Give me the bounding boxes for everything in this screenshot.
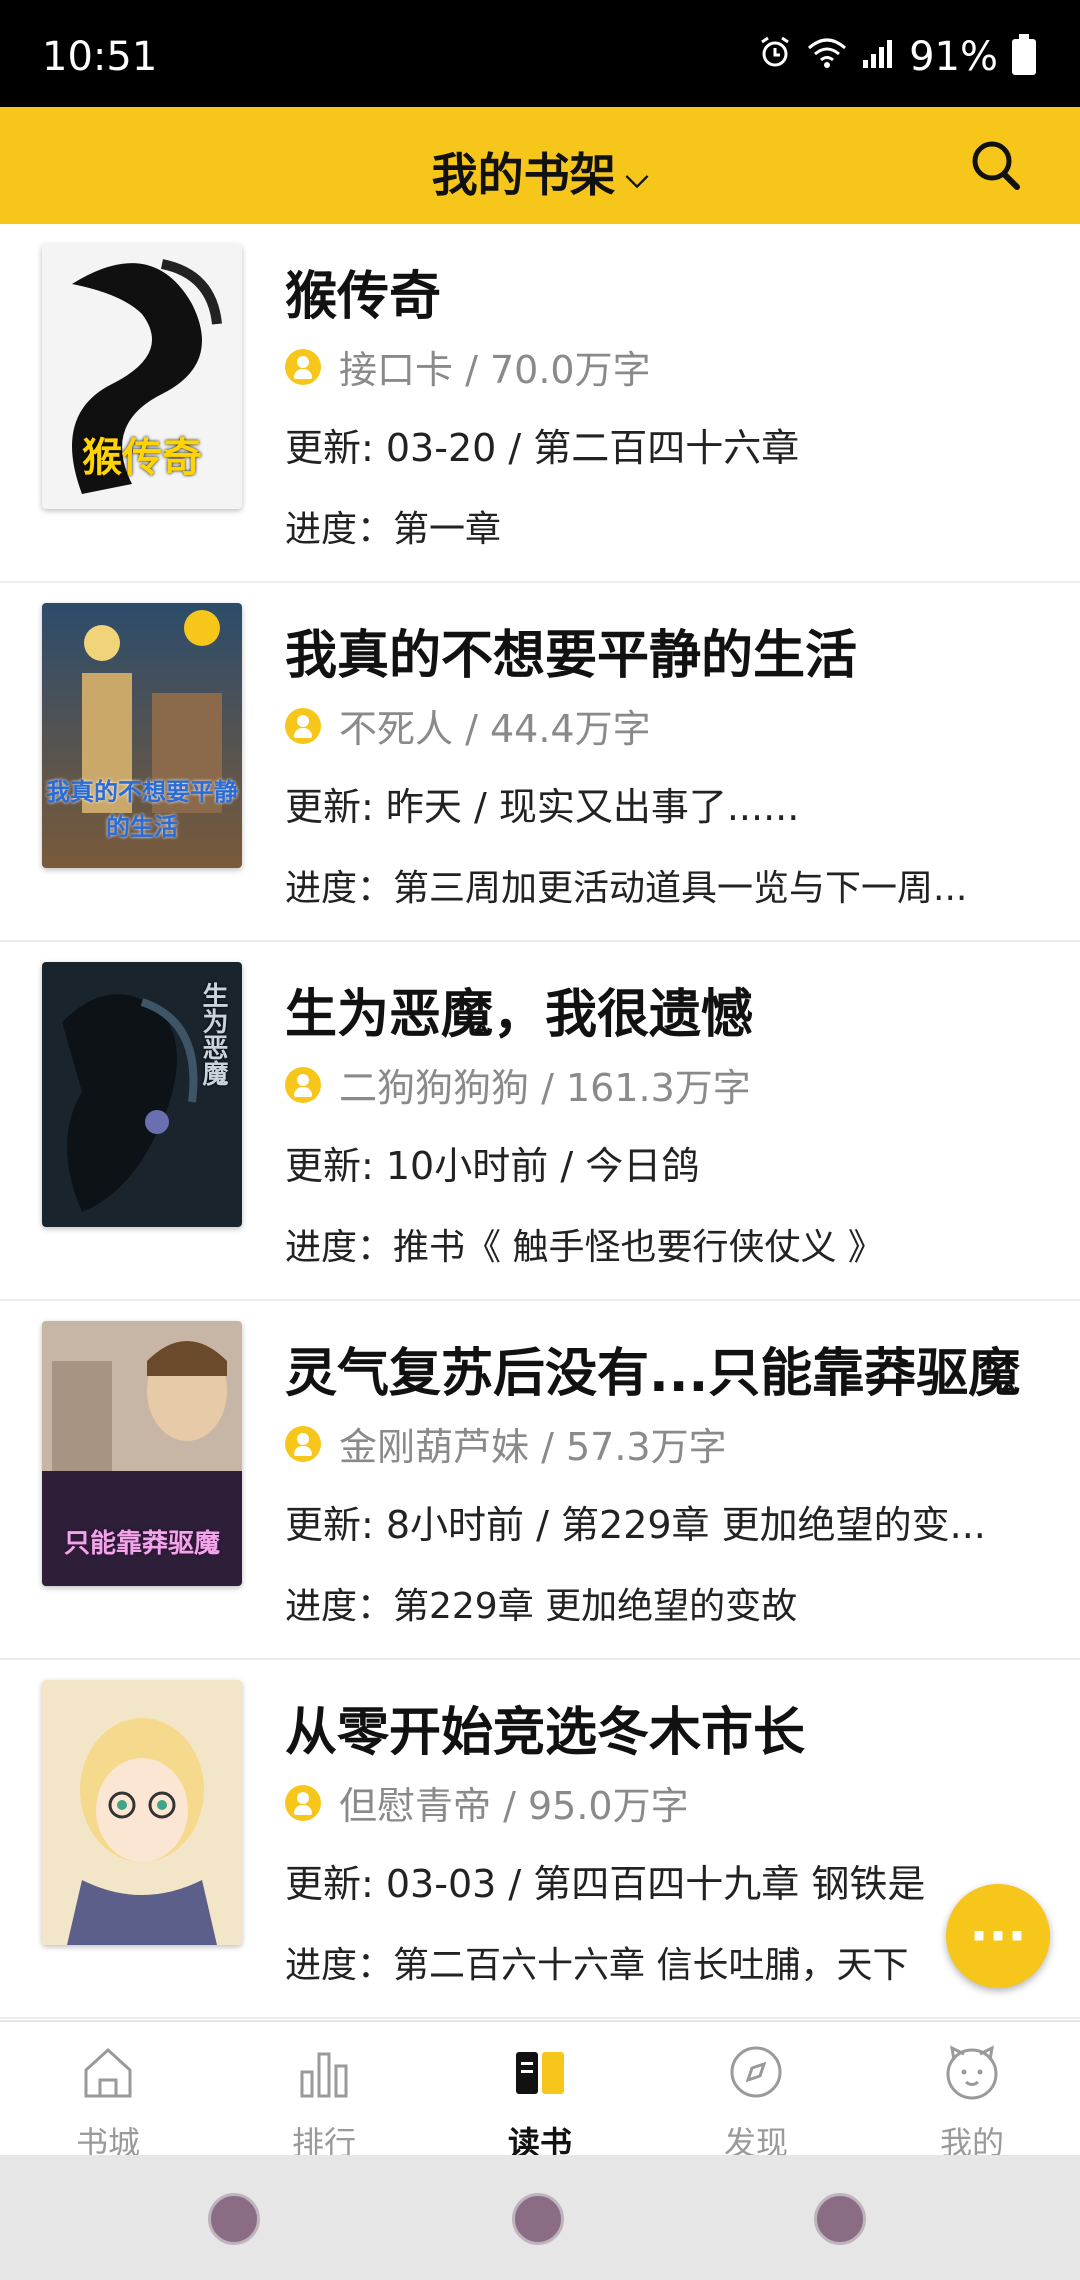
book-progress: 进度：第二百六十六章 信长吐脯，天下 [285, 1945, 909, 1986]
tab-reading[interactable]: 读书 [432, 2022, 648, 2162]
tab-bookstore[interactable]: 书城 [0, 2022, 216, 2162]
bookshelf-switcher[interactable]: 我的书架 ⌵ [0, 139, 1080, 205]
signal-icon [861, 34, 895, 80]
cat-face-icon [946, 2045, 998, 2100]
book-item[interactable]: 只能靠莽驱魔 灵气复苏后没有...只能靠莽驱魔 金刚葫芦妹 / 57.3万字 更… [0, 1301, 1080, 1660]
status-bar: 10:51 91% [0, 0, 1080, 107]
tab-ranking[interactable]: 排行 [216, 2022, 432, 2162]
book-item[interactable]: 生为恶魔 生为恶魔，我很遗憾 二狗狗狗狗 / 161.3万字 更新: 10小时前… [0, 942, 1080, 1301]
home-button[interactable] [512, 2193, 564, 2245]
battery-icon [1012, 34, 1036, 75]
book-update: 更新: 昨天 / 现实又出事了...... [285, 785, 800, 829]
house-icon [84, 2047, 132, 2098]
status-time: 10:51 [42, 34, 158, 80]
author-text: 接口卡 / 70.0万字 [339, 348, 651, 392]
book-update: 更新: 10小时前 / 今日鸽 [285, 1144, 700, 1188]
author-text: 金刚葫芦妹 / 57.3万字 [339, 1425, 727, 1469]
book-cover: 猴传奇 [42, 244, 242, 509]
book-update: 更新: 03-03 / 第四百四十九章 钢铁是 [285, 1862, 926, 1906]
more-icon: ··· [969, 1907, 1027, 1965]
tab-discover[interactable]: 发现 [648, 2022, 864, 2162]
recent-apps-button[interactable] [208, 2193, 260, 2245]
book-progress: 进度：第三周加更活动道具一览与下一周... [285, 868, 968, 909]
book-author: 接口卡 / 70.0万字 [285, 339, 651, 394]
cover-title: 猴传奇 [82, 434, 202, 481]
book-author: 但慰青帝 / 95.0万字 [285, 1775, 689, 1830]
author-text: 但慰青帝 / 95.0万字 [339, 1784, 689, 1828]
author-icon [285, 1425, 321, 1462]
alarm-icon [757, 34, 793, 80]
wifi-icon [807, 34, 847, 80]
author-icon [285, 1784, 321, 1821]
author-icon [285, 1066, 321, 1103]
book-cover: 我真的不想要平静的生活 [42, 603, 242, 868]
chevron-down-icon: ⌵ [625, 160, 649, 195]
back-button[interactable] [814, 2193, 866, 2245]
compass-icon [730, 2046, 782, 2098]
book-update: 更新: 8小时前 / 第229章 更加绝望的变... [285, 1503, 986, 1547]
battery-percent: 91% [909, 34, 998, 80]
book-cover: 只能靠莽驱魔 [42, 1321, 242, 1586]
book-item[interactable]: 猴传奇 猴传奇 接口卡 / 70.0万字 更新: 03-20 / 第二百四十六章… [0, 224, 1080, 583]
book-title: 从零开始竞选冬木市长 [285, 1703, 806, 1763]
book-title: 猴传奇 [285, 267, 442, 327]
book-author: 二狗狗狗狗 / 161.3万字 [285, 1057, 751, 1112]
status-icons: 91% [757, 34, 1036, 80]
bottom-tab-bar: 书城 排行 读书 发现 我的 [0, 2020, 1080, 2162]
book-progress: 进度：推书《 触手怪也要行侠仗义 》 [285, 1227, 884, 1268]
book-item[interactable]: 从零开始竞选冬木市长 但慰青帝 / 95.0万字 更新: 03-03 / 第四百… [0, 1660, 1080, 2019]
book-author: 金刚葫芦妹 / 57.3万字 [285, 1416, 727, 1471]
author-icon [285, 348, 321, 385]
cover-title: 只能靠莽驱魔 [63, 1529, 220, 1559]
tab-profile[interactable]: 我的 [864, 2022, 1080, 2162]
author-icon [285, 707, 321, 744]
book-title: 生为恶魔，我很遗憾 [285, 985, 754, 1045]
bar-chart-icon [300, 2052, 348, 2098]
book-author: 不死人 / 44.4万字 [285, 698, 651, 753]
cover-title: 生为恶魔 [198, 982, 228, 1086]
author-text: 二狗狗狗狗 / 161.3万字 [339, 1066, 751, 1110]
book-progress: 进度：第229章 更加绝望的变故 [285, 1586, 798, 1627]
bookshelf-list: 猴传奇 猴传奇 接口卡 / 70.0万字 更新: 03-20 / 第二百四十六章… [0, 224, 1080, 2019]
author-text: 不死人 / 44.4万字 [339, 707, 651, 751]
system-nav-bar [0, 2155, 1080, 2280]
book-icon [516, 2052, 564, 2094]
app-header: 我的书架 ⌵ [0, 107, 1080, 224]
book-cover: 生为恶魔 [42, 962, 242, 1227]
book-cover [42, 1680, 242, 1945]
cover-title: 我真的不想要平静的生活 [46, 777, 238, 841]
page-title: 我的书架 [431, 148, 616, 202]
book-title: 我真的不想要平静的生活 [285, 626, 858, 686]
book-title: 灵气复苏后没有...只能靠莽驱魔 [285, 1344, 1021, 1404]
book-item[interactable]: 我真的不想要平静的生活 我真的不想要平静的生活 不死人 / 44.4万字 更新:… [0, 583, 1080, 942]
book-update: 更新: 03-20 / 第二百四十六章 [285, 426, 800, 470]
book-progress: 进度：第一章 [285, 509, 502, 550]
more-actions-button[interactable]: ··· [946, 1884, 1050, 1988]
search-icon[interactable] [968, 137, 1024, 193]
